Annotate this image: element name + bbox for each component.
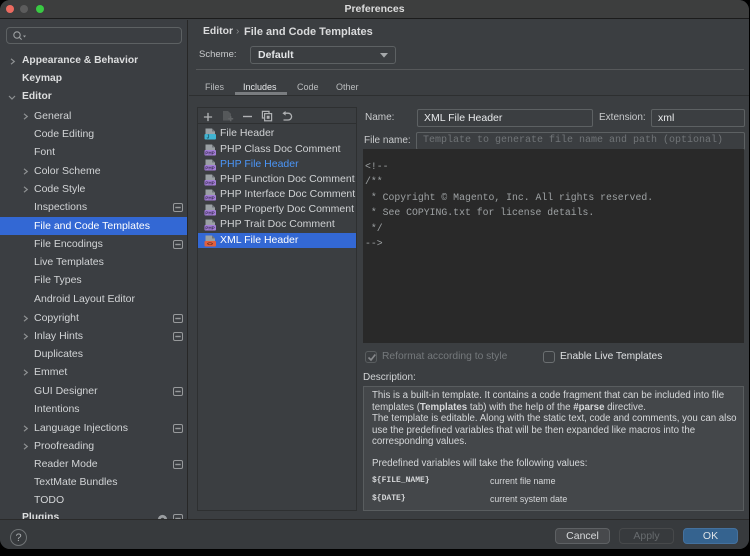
svg-text:PHP: PHP xyxy=(205,165,214,170)
svg-text:PHP: PHP xyxy=(205,211,214,216)
svg-text:PHP: PHP xyxy=(205,150,214,155)
svg-text:J: J xyxy=(207,135,210,140)
svg-text:PHP: PHP xyxy=(205,226,214,231)
svg-text:PHP: PHP xyxy=(205,180,214,185)
svg-text:<>: <> xyxy=(207,241,213,247)
svg-text:PHP: PHP xyxy=(205,195,214,200)
